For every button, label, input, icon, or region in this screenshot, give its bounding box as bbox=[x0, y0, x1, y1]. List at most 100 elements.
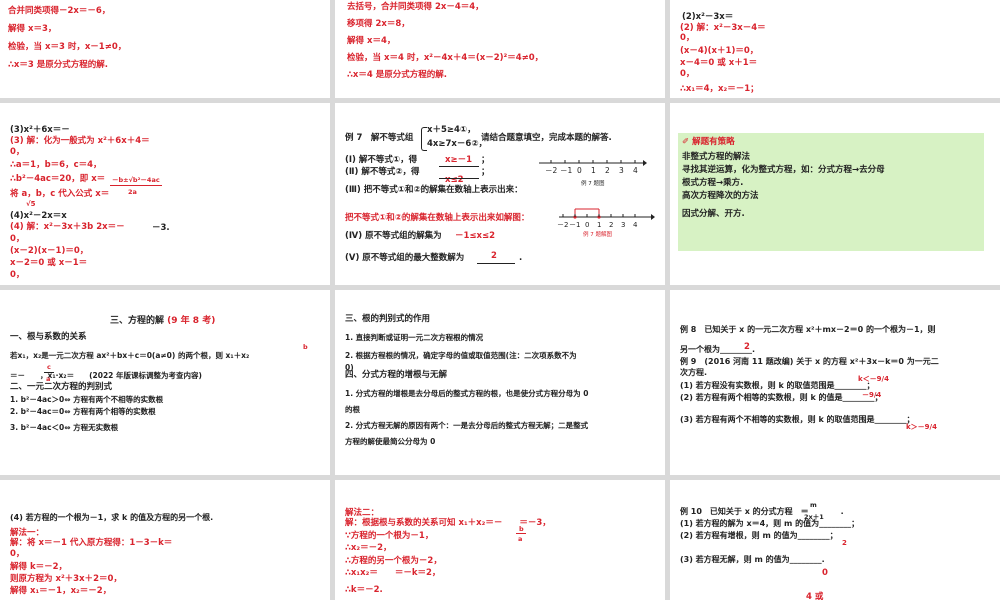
answer-ex9-1: k＜－9/4 bbox=[858, 375, 889, 383]
answer-line: 0， bbox=[10, 270, 25, 280]
tick-label: 3 bbox=[621, 221, 625, 229]
section-title-note: (9 年 8 考) bbox=[167, 316, 216, 326]
slide-6[interactable]: ✐ 解题有策略 非整式方程的解法 寻找其逆运算，化为整式方程，如：分式方程→去分… bbox=[670, 103, 1000, 285]
leaf-icon: ✐ bbox=[682, 137, 690, 147]
answer-ex10-3: 4 或 bbox=[806, 592, 824, 600]
number-line-solution-figure: －2 －1 0 1 2 3 4 例 7 题解图 bbox=[557, 208, 655, 238]
answer-line: 将 a，b，c 代入公式 x＝ bbox=[10, 189, 110, 199]
slide-5[interactable]: 例 7 解不等式组 x＋5≥4①， 4x≥7x－6②， 请结合题意填空，完成本题… bbox=[335, 103, 665, 285]
fraction-numerator: b bbox=[303, 343, 308, 351]
semicolon: ； bbox=[481, 155, 490, 165]
figure-caption: 例 7 题图 bbox=[581, 179, 605, 187]
tick-label: 2 bbox=[605, 166, 610, 175]
text-line: 检验，当 x＝4 时，x²－4x＋4＝(x－2)²＝4≠0， bbox=[347, 53, 544, 63]
callout-line: 高次方程降次的方法 bbox=[682, 191, 759, 201]
text-line: (1) 若方程没有实数根，则 k 的取值范围是________； bbox=[680, 381, 875, 390]
answer-line: (x－4)(x＋1)＝0， bbox=[680, 46, 759, 56]
text-line: 若x₁，x₂是一元二次方程 ax²＋bx＋c＝0(a≠0) 的两个根，则 x₁＋… bbox=[10, 351, 250, 360]
answer-line: (4) 解：x²－3x＋3b 2x＝－ bbox=[10, 222, 125, 232]
text-line: ∴x＝4 是原分式方程的解. bbox=[347, 70, 448, 80]
text-line: (2) 若方程有增根，则 m 的值为________； bbox=[680, 531, 838, 540]
tick-label: －2 bbox=[557, 221, 568, 229]
answer-line: (3) 解：化为一般式为 x²＋6x＋4＝ bbox=[10, 136, 150, 146]
blank-line bbox=[439, 178, 479, 179]
answer-tail: －3. bbox=[152, 223, 170, 233]
tick-label: 0 bbox=[577, 166, 582, 175]
text-line: 1. 分式方程的增根是去分母后的整式方程的根，也是使分式方程分母为 0 bbox=[345, 389, 589, 398]
answer-line: ∴x₁＝4，x₂＝－1； bbox=[680, 84, 759, 94]
inequality-2: 4x≥7x－6②， bbox=[427, 139, 488, 149]
blank-line bbox=[439, 166, 479, 167]
instruction: 请结合题意填空，完成本题的解答. bbox=[481, 133, 612, 143]
tick-label: 4 bbox=[633, 221, 638, 229]
step-1: (Ⅰ) 解不等式①，得 bbox=[345, 155, 418, 165]
blank-line bbox=[477, 263, 515, 264]
formula-root: √5 bbox=[26, 200, 36, 208]
text-line: 2. 分式方程无解的原因有两个：一是去分母后的整式方程无解；二是整式 bbox=[345, 421, 589, 430]
text-line: 去括号，合并同类项得 2x－4＝4， bbox=[347, 2, 484, 12]
slide-7[interactable]: 三、方程的解 (9 年 8 考) 一、根与系数的关系 若x₁，x₂是一元二次方程… bbox=[0, 290, 330, 475]
fraction-bar bbox=[110, 185, 162, 186]
text-line: 例 9 (2016 河南 11 题改编) 关于 x 的方程 x²＋3x－k＝0 … bbox=[680, 357, 939, 366]
step-3-answer: 把不等式①和②的解集在数轴上表示出来如解图： bbox=[345, 213, 530, 223]
slide-8[interactable]: 三、根的判别式的作用 1. 直接判断或证明一元二次方程根的情况 2. 根据方程根… bbox=[335, 290, 665, 475]
answer-line: ∴k＝－2. bbox=[345, 585, 383, 595]
slide-3[interactable]: (2)x²－3x＝ (2) 解：x²－3x－4＝ 0， (x－4)(x＋1)＝0… bbox=[670, 0, 1000, 98]
callout-line: 根式方程→乘方. bbox=[682, 178, 744, 188]
tick-label: －1 bbox=[569, 221, 580, 229]
text-line: 的根 bbox=[345, 405, 360, 414]
text-line: 三、根的判别式的作用 bbox=[345, 314, 431, 324]
slide-12[interactable]: 例 10 已知关于 x 的分式方程 ＝ . m 2x＋1 (1) 若方程的解为 … bbox=[670, 480, 1000, 600]
slide-10[interactable]: (4) 若方程的一个根为－1，求 k 的值及方程的另一个根. 解法一： 解：将 … bbox=[0, 480, 330, 600]
callout-line: 寻找其逆运算，化为整式方程，如：分式方程→去分母 bbox=[682, 165, 885, 175]
tick-label: 2 bbox=[609, 221, 613, 229]
step-4: (Ⅳ) 原不等式组的解集为 bbox=[345, 231, 442, 241]
answer-ex9-3: k＞－9/4 bbox=[906, 423, 937, 431]
text-line: 2. 根据方程根的情况，确定字母的值或取值范围(注：二次项系数不为 bbox=[345, 351, 577, 360]
text-line: 合并同类项得－2x＝－6， bbox=[8, 6, 111, 16]
answer-line: 解得 x₁＝－1，x₂＝－2， bbox=[10, 586, 112, 596]
section-title-text: 三、方程的解 bbox=[110, 316, 165, 326]
strategy-callout: ✐ 解题有策略 非整式方程的解法 寻找其逆运算，化为整式方程，如：分式方程→去分… bbox=[678, 133, 984, 251]
slide-11[interactable]: 解法二： 解：根据根与系数的关系可知 x₁＋x₂＝－ ＝－3， b a ∵方程的… bbox=[335, 480, 665, 600]
question-text: (3)x²＋6x＝－ bbox=[10, 125, 70, 135]
text-line: 移项得 2x＝8， bbox=[347, 19, 410, 29]
answer-line: ∴x₁x₂＝ ＝－k＝2， bbox=[345, 568, 441, 578]
callout-title-text: 解题有策略 bbox=[692, 137, 735, 147]
step-3: (Ⅲ) 把不等式①和②的解集在数轴上表示出来： bbox=[345, 185, 523, 195]
figure-caption: 例 7 题解图 bbox=[583, 230, 612, 238]
question-text: (4)x²－2x＝x bbox=[10, 211, 67, 221]
answer-ex9-2: －9/4 bbox=[862, 391, 882, 399]
tick-label: －1 bbox=[560, 166, 572, 175]
text-line: (3) 若方程有两个不相等的实数根，则 k 的取值范围是________； bbox=[680, 415, 915, 424]
callout-line: 非整式方程的解法 bbox=[682, 152, 751, 162]
slide-2[interactable]: 去括号，合并同类项得 2x－4＝4， 移项得 2x＝8， 解得 x＝4， 检验，… bbox=[335, 0, 665, 98]
text-line: 1. 直接判断或证明一元二次方程根的情况 bbox=[345, 333, 484, 342]
fraction-denominator: a bbox=[518, 535, 523, 543]
text-line: ＝－ ，x₁·x₂＝ (2022 年版课标调整为考查内容) bbox=[10, 371, 202, 380]
answer-line: ∴方程的另一个根为－2， bbox=[345, 556, 442, 566]
tick-label: 1 bbox=[597, 221, 601, 229]
slide-1[interactable]: 合并同类项得－2x＝－6， 解得 x＝3， 检验，当 x＝3 时，x－1≠0， … bbox=[0, 0, 330, 98]
text-line: 解得 x＝4， bbox=[347, 36, 396, 46]
answer-line: ∴a＝1，b＝6，c＝4， bbox=[10, 160, 102, 170]
answer-1: x≥－1 bbox=[445, 155, 473, 165]
answer-line: x－4＝0 或 x＋1＝ bbox=[680, 58, 758, 68]
step-5: (Ⅴ) 原不等式组的最大整数解为 bbox=[345, 253, 465, 263]
formula-denominator: 2a bbox=[128, 188, 137, 196]
slide-9[interactable]: 例 8 已知关于 x 的一元二次方程 x²＋mx－2＝0 的一个根为－1，则 另… bbox=[670, 290, 1000, 475]
answer-line: 0， bbox=[10, 549, 25, 559]
tick-label: 0 bbox=[585, 221, 589, 229]
text-line: (1) 若方程的解为 x＝4，则 m 的值为________； bbox=[680, 519, 860, 528]
slide-4[interactable]: (3)x²＋6x＝－ (3) 解：化为一般式为 x²＋6x＋4＝ 0， ∴a＝1… bbox=[0, 103, 330, 285]
answer-ex10-2: 0 bbox=[822, 568, 828, 578]
text-line: 方程的解使最简公分母为 0 bbox=[345, 437, 436, 446]
number-line-figure: －2 －1 0 1 2 3 4 例 7 题图 bbox=[539, 160, 647, 187]
text-line: 二、一元二次方程的判别式 bbox=[10, 382, 113, 392]
tick-label: 1 bbox=[591, 166, 596, 175]
answer-line: (x－2)(x－1)＝0， bbox=[10, 246, 89, 256]
text-line: ∴x＝3 是原分式方程的解. bbox=[8, 60, 109, 70]
semicolon: ； bbox=[481, 167, 490, 177]
fraction-numerator: m bbox=[810, 501, 817, 509]
answer-line: 0， bbox=[10, 147, 25, 157]
